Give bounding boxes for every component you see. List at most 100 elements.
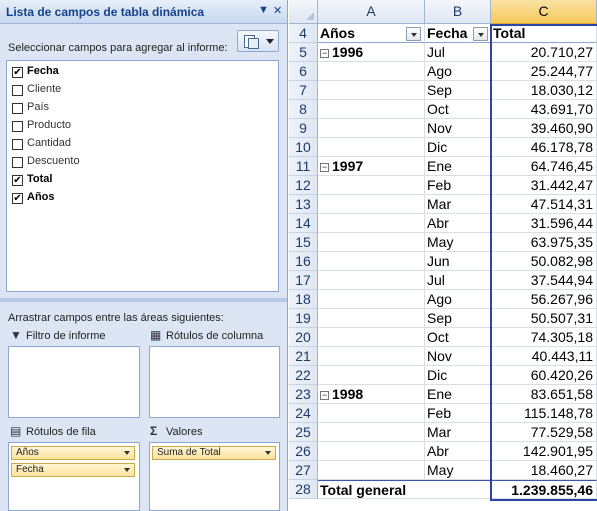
table-cell[interactable] bbox=[318, 366, 425, 385]
month-cell[interactable]: Feb bbox=[425, 404, 491, 423]
month-cell[interactable]: May bbox=[425, 233, 491, 252]
table-cell[interactable] bbox=[318, 290, 425, 309]
field-checkbox[interactable] bbox=[12, 103, 23, 114]
collapse-icon[interactable]: − bbox=[320, 391, 329, 400]
month-cell[interactable]: Jul bbox=[425, 271, 491, 290]
row-number[interactable]: 24 bbox=[289, 404, 318, 423]
total-value-cell[interactable]: 64.746,45 bbox=[491, 157, 597, 176]
row-number[interactable]: 11 bbox=[289, 157, 318, 176]
row-number[interactable]: 26 bbox=[289, 442, 318, 461]
month-cell[interactable]: Nov bbox=[425, 347, 491, 366]
month-cell[interactable]: Abr bbox=[425, 214, 491, 233]
month-cell[interactable]: Dic bbox=[425, 366, 491, 385]
table-cell[interactable] bbox=[318, 271, 425, 290]
column-header-a[interactable]: A bbox=[318, 0, 425, 24]
total-value-cell[interactable]: 37.544,94 bbox=[491, 271, 597, 290]
year-group-cell[interactable]: −1997 bbox=[318, 157, 425, 176]
collapse-icon[interactable]: − bbox=[320, 163, 329, 172]
row-number[interactable]: 18 bbox=[289, 290, 318, 309]
table-cell[interactable] bbox=[318, 423, 425, 442]
month-cell[interactable]: Ene bbox=[425, 385, 491, 404]
values-drop-area[interactable]: Suma de Total bbox=[149, 442, 280, 511]
year-group-cell[interactable]: −1996 bbox=[318, 43, 425, 62]
table-cell[interactable] bbox=[318, 81, 425, 100]
field-checkbox[interactable]: ✔ bbox=[12, 67, 23, 78]
table-cell[interactable] bbox=[318, 195, 425, 214]
row-number[interactable]: 4 bbox=[289, 24, 318, 43]
table-cell[interactable] bbox=[318, 233, 425, 252]
field-checkbox[interactable] bbox=[12, 121, 23, 132]
row-number[interactable]: 23 bbox=[289, 385, 318, 404]
row-number[interactable]: 5 bbox=[289, 43, 318, 62]
total-value-cell[interactable]: 74.305,18 bbox=[491, 328, 597, 347]
total-value-cell[interactable]: 18.460,27 bbox=[491, 461, 597, 480]
total-value-cell[interactable]: 50.082,98 bbox=[491, 252, 597, 271]
row-number[interactable]: 13 bbox=[289, 195, 318, 214]
grand-total-label[interactable]: Total general bbox=[318, 480, 491, 499]
row-number[interactable]: 25 bbox=[289, 423, 318, 442]
total-value-cell[interactable]: 43.691,70 bbox=[491, 100, 597, 119]
row-number[interactable]: 10 bbox=[289, 138, 318, 157]
row-field-chip-fecha[interactable]: Fecha bbox=[11, 463, 135, 477]
row-number[interactable]: 14 bbox=[289, 214, 318, 233]
total-value-cell[interactable]: 18.030,12 bbox=[491, 81, 597, 100]
column-header-b[interactable]: B bbox=[425, 0, 491, 24]
table-cell[interactable] bbox=[318, 138, 425, 157]
column-labels-drop-area[interactable] bbox=[149, 346, 280, 418]
column-header-c[interactable]: C bbox=[491, 0, 597, 24]
total-value-cell[interactable]: 115.148,78 bbox=[491, 404, 597, 423]
field-checkbox[interactable] bbox=[12, 157, 23, 168]
row-number[interactable]: 20 bbox=[289, 328, 318, 347]
total-value-cell[interactable]: 40.443,11 bbox=[491, 347, 597, 366]
table-cell[interactable] bbox=[318, 214, 425, 233]
month-cell[interactable]: Abr bbox=[425, 442, 491, 461]
row-field-chip-anos[interactable]: Años bbox=[11, 446, 135, 460]
field-checkbox[interactable] bbox=[12, 85, 23, 96]
table-cell[interactable] bbox=[318, 309, 425, 328]
total-value-cell[interactable]: 77.529,58 bbox=[491, 423, 597, 442]
total-value-cell[interactable]: 63.975,35 bbox=[491, 233, 597, 252]
table-cell[interactable] bbox=[318, 119, 425, 138]
row-number[interactable]: 7 bbox=[289, 81, 318, 100]
pane-close-icon[interactable]: ✕ bbox=[273, 4, 282, 17]
row-number[interactable]: 28 bbox=[289, 480, 318, 499]
row-number[interactable]: 22 bbox=[289, 366, 318, 385]
total-value-cell[interactable]: 50.507,31 bbox=[491, 309, 597, 328]
month-cell[interactable]: Feb bbox=[425, 176, 491, 195]
field-checkbox[interactable]: ✔ bbox=[12, 175, 23, 186]
row-labels-drop-area[interactable]: Años Fecha bbox=[8, 442, 140, 511]
month-cell[interactable]: May bbox=[425, 461, 491, 480]
total-value-cell[interactable]: 25.244,77 bbox=[491, 62, 597, 81]
month-cell[interactable]: Ene bbox=[425, 157, 491, 176]
table-cell[interactable] bbox=[318, 442, 425, 461]
pane-splitter[interactable] bbox=[0, 298, 287, 302]
grand-total-value[interactable]: 1.239.855,46 bbox=[491, 480, 597, 499]
total-value-cell[interactable]: 20.710,27 bbox=[491, 43, 597, 62]
row-number[interactable]: 27 bbox=[289, 461, 318, 480]
table-cell[interactable] bbox=[318, 100, 425, 119]
row-number[interactable]: 8 bbox=[289, 100, 318, 119]
row-number[interactable]: 12 bbox=[289, 176, 318, 195]
total-value-cell[interactable]: 47.514,31 bbox=[491, 195, 597, 214]
row-number[interactable]: 16 bbox=[289, 252, 318, 271]
total-value-cell[interactable]: 46.178,78 bbox=[491, 138, 597, 157]
total-value-cell[interactable]: 83.651,58 bbox=[491, 385, 597, 404]
row-number[interactable]: 17 bbox=[289, 271, 318, 290]
field-checkbox[interactable]: ✔ bbox=[12, 193, 23, 204]
pivot-header-fecha[interactable]: Fecha bbox=[425, 24, 491, 43]
month-cell[interactable]: Ago bbox=[425, 62, 491, 81]
month-cell[interactable]: Nov bbox=[425, 119, 491, 138]
table-cell[interactable] bbox=[318, 404, 425, 423]
table-cell[interactable] bbox=[318, 62, 425, 81]
table-cell[interactable] bbox=[318, 328, 425, 347]
date-filter-dropdown-button[interactable] bbox=[473, 27, 488, 41]
table-cell[interactable] bbox=[318, 252, 425, 271]
row-number[interactable]: 9 bbox=[289, 119, 318, 138]
total-value-cell[interactable]: 142.901,95 bbox=[491, 442, 597, 461]
total-value-cell[interactable]: 31.442,47 bbox=[491, 176, 597, 195]
pivot-header-anos[interactable]: Años bbox=[318, 24, 425, 43]
month-cell[interactable]: Oct bbox=[425, 100, 491, 119]
month-cell[interactable]: Ago bbox=[425, 290, 491, 309]
year-group-cell[interactable]: −1998 bbox=[318, 385, 425, 404]
month-cell[interactable]: Jul bbox=[425, 43, 491, 62]
